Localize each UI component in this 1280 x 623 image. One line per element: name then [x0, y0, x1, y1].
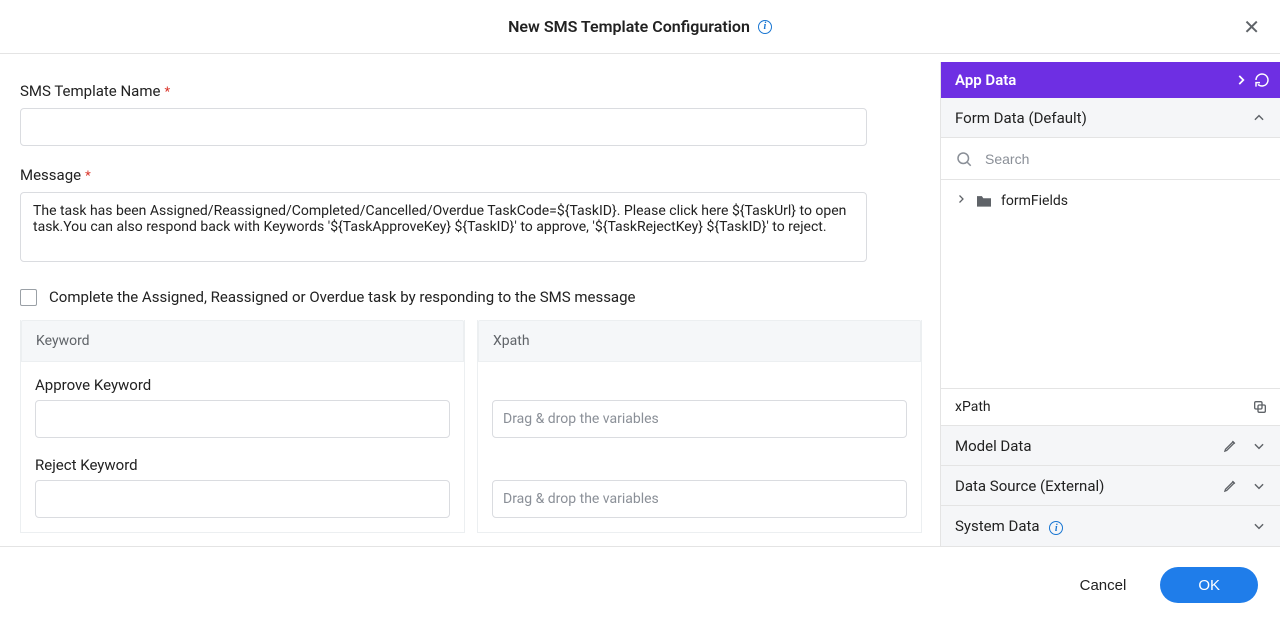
chevron-down-icon[interactable] — [1252, 439, 1266, 453]
xpath-row: xPath — [941, 388, 1280, 426]
search-input[interactable] — [983, 150, 1266, 168]
reject-xpath-input[interactable] — [492, 480, 907, 518]
model-data-accordion[interactable]: Model Data — [941, 426, 1280, 466]
template-name-label: SMS Template Name * — [20, 82, 920, 100]
complete-task-checkbox-label: Complete the Assigned, Reassigned or Ove… — [49, 288, 635, 306]
template-name-input[interactable] — [20, 108, 867, 146]
info-icon[interactable]: i — [758, 20, 772, 34]
close-icon[interactable]: ✕ — [1243, 17, 1260, 37]
xpath-label: xPath — [955, 399, 991, 415]
cancel-button[interactable]: Cancel — [1074, 576, 1133, 595]
approve-keyword-input[interactable] — [35, 400, 450, 438]
form-data-label: Form Data (Default) — [955, 109, 1087, 127]
required-asterisk: * — [85, 169, 91, 184]
xpath-column-header: Xpath — [478, 320, 921, 362]
dialog-footer: Cancel OK — [0, 546, 1280, 623]
dialog-title: New SMS Template Configuration — [508, 17, 750, 36]
message-textarea[interactable]: The task has been Assigned/Reassigned/Co… — [20, 192, 867, 262]
xpath-column: Xpath — [477, 320, 922, 533]
app-data-panel: App Data Form Data (Default) — [940, 62, 1280, 546]
copy-icon[interactable] — [1252, 399, 1268, 415]
form-data-accordion[interactable]: Form Data (Default) — [941, 98, 1280, 138]
app-data-header: App Data — [941, 62, 1280, 98]
keyword-column-header: Keyword — [21, 320, 464, 362]
chevron-down-icon[interactable] — [1252, 479, 1266, 493]
chevron-down-icon[interactable] — [1252, 519, 1266, 533]
pencil-icon[interactable] — [1223, 478, 1238, 493]
dialog-title-wrap: New SMS Template Configuration i — [508, 17, 772, 36]
search-icon — [955, 150, 973, 168]
reject-keyword-input[interactable] — [35, 480, 450, 518]
chevron-up-icon[interactable] — [1252, 111, 1266, 125]
refresh-icon[interactable] — [1254, 72, 1270, 88]
template-name-label-text: SMS Template Name — [20, 82, 160, 100]
folder-icon — [975, 194, 993, 208]
message-label-text: Message — [20, 166, 81, 184]
approve-xpath-input[interactable] — [492, 400, 907, 438]
keyword-column: Keyword Approve Keyword Reject Keyword — [20, 320, 465, 533]
pencil-icon[interactable] — [1223, 438, 1238, 453]
message-label: Message * — [20, 166, 920, 184]
data-source-accordion[interactable]: Data Source (External) — [941, 466, 1280, 506]
approve-keyword-label: Approve Keyword — [35, 376, 450, 394]
tree-formfields-label: formFields — [1001, 193, 1068, 209]
required-asterisk: * — [164, 85, 170, 100]
main-form: SMS Template Name * Message * The task has… — [0, 54, 940, 546]
app-data-title: App Data — [955, 71, 1016, 89]
complete-task-checkbox[interactable] — [20, 289, 37, 306]
data-source-label: Data Source (External) — [955, 477, 1104, 495]
ok-button[interactable]: OK — [1160, 567, 1258, 603]
tree-formfields-row[interactable]: formFields — [941, 180, 1280, 222]
info-icon[interactable]: i — [1049, 521, 1063, 535]
reject-keyword-label: Reject Keyword — [35, 456, 450, 474]
chevron-right-icon — [955, 193, 967, 209]
search-row — [941, 138, 1280, 180]
chevron-right-icon[interactable] — [1234, 73, 1248, 87]
system-data-label: System Data — [955, 517, 1040, 535]
spacer-label — [492, 376, 907, 394]
system-data-accordion[interactable]: System Data i — [941, 506, 1280, 546]
spacer-label — [492, 456, 907, 474]
model-data-label: Model Data — [955, 437, 1032, 455]
dialog-header: New SMS Template Configuration i ✕ — [0, 0, 1280, 54]
